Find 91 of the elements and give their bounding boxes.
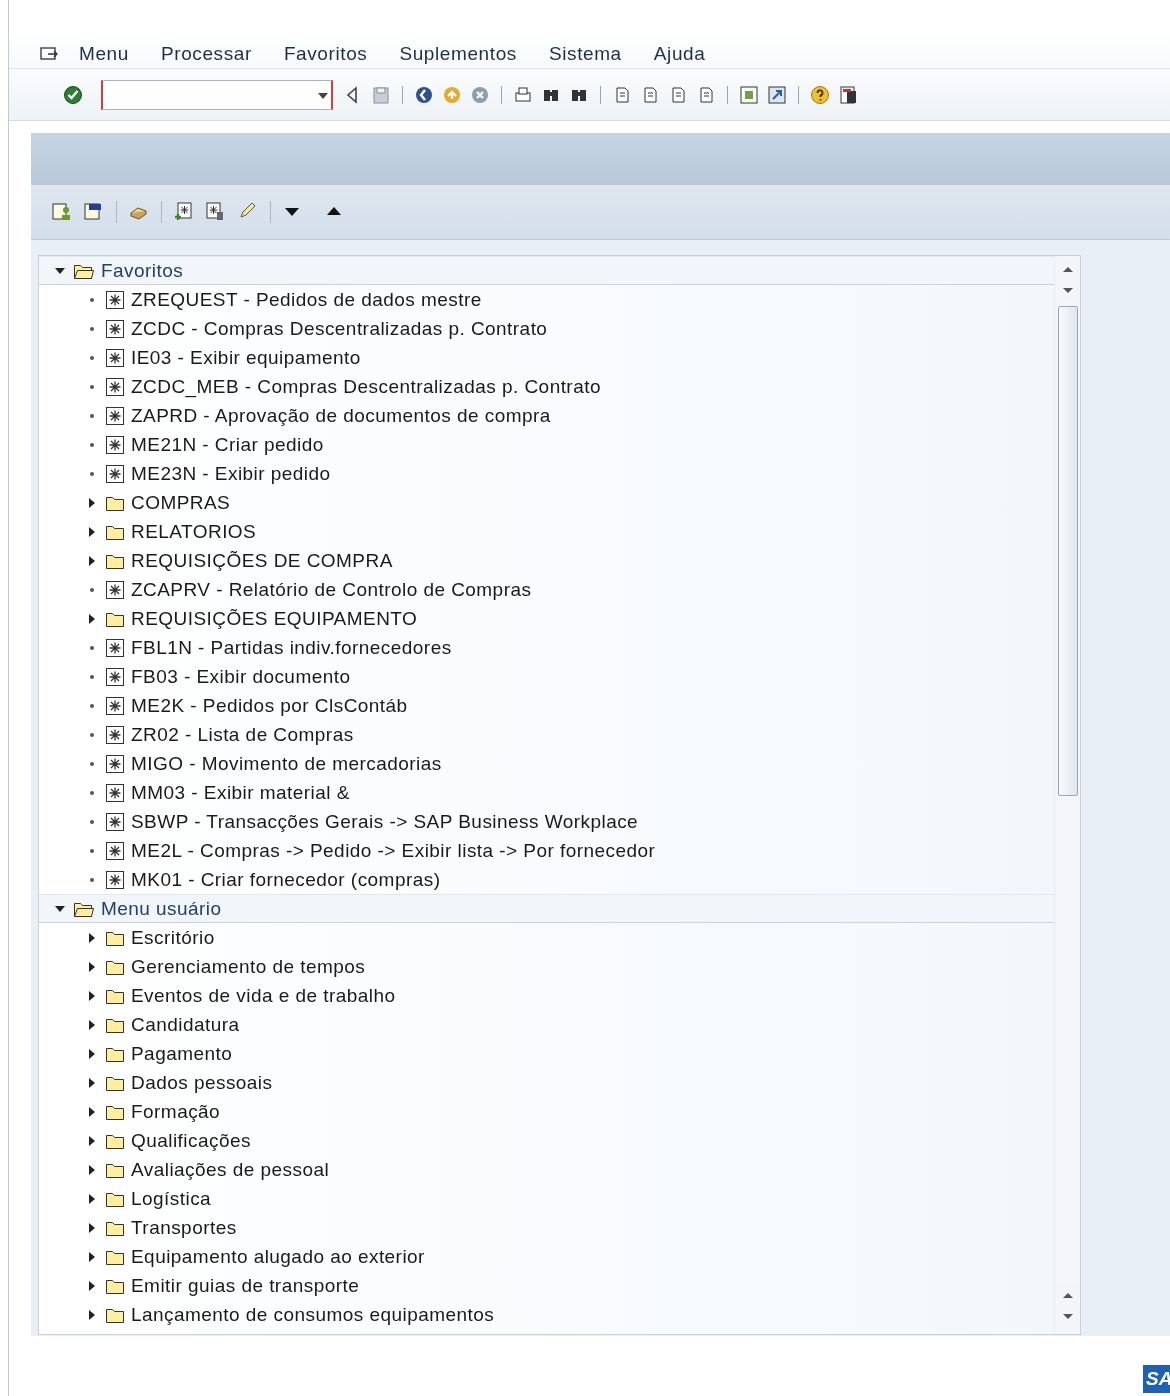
transaction-icon xyxy=(105,695,125,716)
transaction-icon xyxy=(105,782,125,803)
tree-item[interactable]: Emitir guias de transporte xyxy=(131,1274,360,1297)
bullet-icon xyxy=(90,355,94,360)
bullet-icon xyxy=(90,442,94,447)
tree-item[interactable]: MK01 - Criar fornecedor (compras) xyxy=(131,868,441,891)
tree-item[interactable]: Gerenciamento de tempos xyxy=(131,955,366,978)
bullet-icon xyxy=(90,471,94,476)
menu-item[interactable]: Sistema xyxy=(548,42,622,65)
tree-item[interactable]: ZCAPRV - Relatório de Controlo de Compras xyxy=(131,578,532,601)
bullet-icon xyxy=(90,297,94,302)
transaction-icon xyxy=(105,434,125,455)
command-field[interactable] xyxy=(101,79,333,110)
transaction-icon xyxy=(105,840,125,861)
transaction-icon xyxy=(105,724,125,745)
bullet-icon xyxy=(90,674,94,679)
scrollbar[interactable] xyxy=(1054,256,1080,1334)
bullet-icon xyxy=(90,848,94,853)
bullet-icon xyxy=(90,703,94,708)
tree-item[interactable]: ZR02 - Lista de Compras xyxy=(131,723,354,746)
menu-item[interactable]: Menu xyxy=(79,42,129,65)
user-favorite-icon[interactable] xyxy=(51,201,73,223)
tree-item[interactable]: Menu usuário xyxy=(101,897,222,920)
help-icon[interactable] xyxy=(810,84,830,105)
tree-item[interactable]: Escritório xyxy=(131,926,215,949)
tree-item[interactable]: Logística xyxy=(131,1187,212,1210)
transaction-icon xyxy=(105,463,125,484)
tree-item[interactable]: Lançamento de consumos equipamentos xyxy=(131,1303,495,1326)
tree-item[interactable]: ME23N - Exibir pedido xyxy=(131,462,331,485)
bullet-icon xyxy=(90,732,94,737)
tree-item[interactable]: RELATORIOS xyxy=(131,520,257,543)
menu-item[interactable]: Suplementos xyxy=(399,42,517,65)
tree-item[interactable]: ME2L - Compras -> Pedido -> Exibir lista -> Por fornecedor xyxy=(131,839,656,862)
shortcut-icon[interactable] xyxy=(767,84,787,105)
tree-item[interactable]: Pagamento xyxy=(131,1042,233,1065)
tree-item[interactable]: Equipamento alugado ao exterior xyxy=(131,1245,425,1268)
tree-item[interactable]: Dados pessoais xyxy=(131,1071,273,1094)
tree-item[interactable]: SBWP - Transacções Gerais -> SAP Business Workplace xyxy=(131,810,639,833)
bullet-icon xyxy=(90,587,94,592)
transaction-icon xyxy=(105,869,125,890)
tree-item[interactable]: FBL1N - Partidas indiv.fornecedores xyxy=(131,636,452,659)
tree-item[interactable]: Qualificações xyxy=(131,1129,251,1152)
bullet-icon xyxy=(90,819,94,824)
tree-item[interactable]: Avaliações de pessoal xyxy=(131,1158,330,1181)
cancel-icon[interactable] xyxy=(470,84,490,105)
transaction-icon xyxy=(105,753,125,774)
bullet-icon xyxy=(90,761,94,766)
tree-item[interactable]: ZAPRD - Aprovação de documentos de compra xyxy=(131,404,551,427)
tree-item[interactable]: Candidatura xyxy=(131,1013,240,1036)
print-icon[interactable] xyxy=(513,84,533,105)
menu-item[interactable]: Processar xyxy=(160,42,252,65)
tree-item[interactable]: ZCDC_MEB - Compras Descentralizadas p. Contrato xyxy=(131,375,601,398)
transaction-icon xyxy=(105,811,125,832)
transaction-icon xyxy=(105,347,125,368)
bullet-icon xyxy=(90,877,94,882)
transaction-icon xyxy=(105,579,125,600)
bullet-icon xyxy=(90,413,94,418)
tree-item[interactable]: COMPRAS xyxy=(131,491,231,514)
tree-item[interactable]: ME2K - Pedidos por ClsContáb xyxy=(131,694,408,717)
add-favorite-icon[interactable] xyxy=(173,201,195,223)
bullet-icon xyxy=(90,645,94,650)
transaction-icon xyxy=(105,289,125,310)
tree-item[interactable]: IE03 - Exibir equipamento xyxy=(131,346,361,369)
transaction-icon xyxy=(105,318,125,339)
bullet-icon xyxy=(90,384,94,389)
tree-item[interactable]: FB03 - Exibir documento xyxy=(131,665,351,688)
tree-item[interactable]: REQUISIÇÕES EQUIPAMENTO xyxy=(131,607,418,630)
tree-item[interactable]: MIGO - Movimento de mercadorias xyxy=(131,752,442,775)
menu-item[interactable]: Ajuda xyxy=(653,42,706,65)
transaction-icon xyxy=(105,405,125,426)
tree-item[interactable]: MM03 - Exibir material & xyxy=(131,781,350,804)
scroll-thumb[interactable] xyxy=(1057,306,1078,796)
tree-item[interactable]: ZCDC - Compras Descentralizadas p. Contrato xyxy=(131,317,548,340)
tree-item[interactable]: Favoritos xyxy=(101,259,184,282)
transaction-icon xyxy=(105,637,125,658)
back-icon[interactable] xyxy=(414,84,434,105)
transaction-icon xyxy=(105,666,125,687)
bullet-icon xyxy=(90,790,94,795)
confirm-icon[interactable] xyxy=(63,84,83,105)
tree-item[interactable]: ME21N - Criar pedido xyxy=(131,433,324,456)
menu-item[interactable]: Favoritos xyxy=(283,42,368,65)
tree-item[interactable]: Formação xyxy=(131,1100,221,1123)
layout-menu-icon[interactable] xyxy=(838,84,858,105)
bullet-icon xyxy=(90,326,94,331)
tree-item[interactable]: REQUISIÇÕES DE COMPRA xyxy=(131,549,393,572)
new-session-icon[interactable] xyxy=(739,84,759,105)
menu-toggle-icon[interactable] xyxy=(39,44,59,63)
tree-item[interactable]: Eventos de vida e de trabalho xyxy=(131,984,396,1007)
tree-item[interactable]: ZREQUEST - Pedidos de dados mestre xyxy=(131,288,482,311)
tree-item[interactable]: Transportes xyxy=(131,1216,237,1239)
transaction-icon xyxy=(105,376,125,397)
